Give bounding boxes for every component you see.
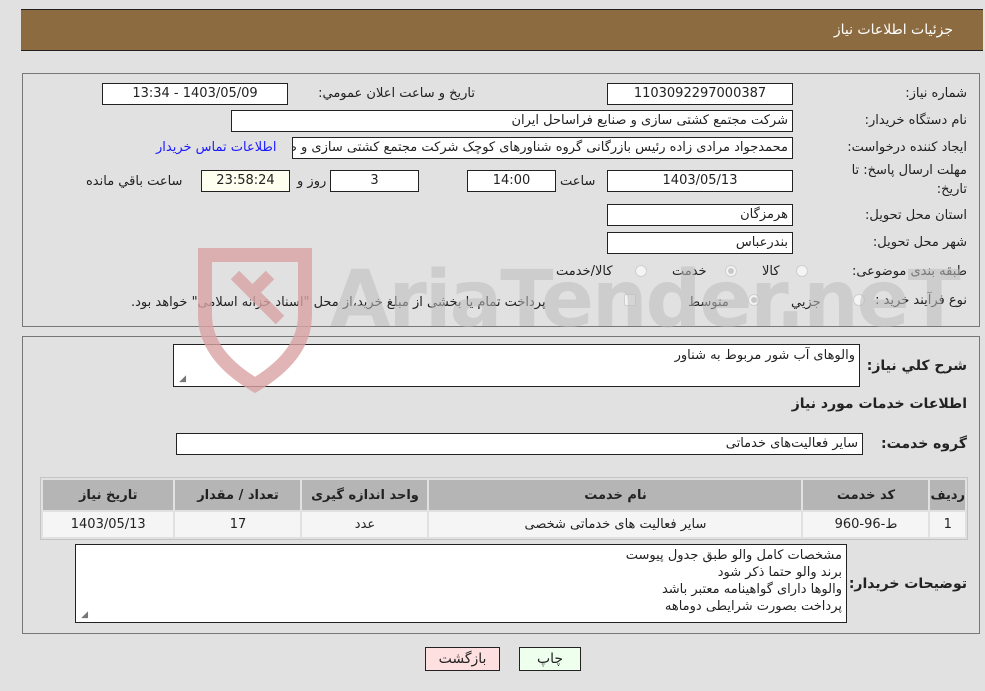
services-heading: اطلاعات خدمات مورد نیاز [791, 396, 967, 412]
buyer-note-line: برند والو حتما ذکر شود [717, 565, 842, 580]
cell-name: سایر فعالیت های خدماتی شخصی [429, 512, 802, 537]
cell-unit: عدد [302, 512, 428, 537]
table-header-row: ردیف کد خدمت نام خدمت واحد اندازه گیری ت… [43, 480, 965, 510]
deadline-date-field: 1403/05/13 [607, 170, 793, 192]
treasury-text: پرداخت تمام یا بخشی از مبلغ خرید،از محل … [131, 295, 546, 310]
category-service-label: خدمت [672, 264, 707, 279]
category-goods-service-label: کالا/خدمت [556, 264, 613, 279]
resize-grip-icon[interactable]: ◢ [78, 610, 88, 620]
buyer-notes-label: توضیحات خریدار: [848, 576, 967, 592]
category-goods-label: کالا [762, 264, 780, 279]
resize-grip-icon[interactable]: ◢ [176, 374, 186, 384]
remaining-label: ساعت باقي مانده [86, 174, 183, 189]
cell-date: 1403/05/13 [43, 512, 174, 537]
need-number-field: 1103092297000387 [607, 83, 793, 105]
category-goods-service-radio[interactable] [635, 265, 647, 277]
announce-label: تاریخ و ساعت اعلان عمومي: [318, 86, 475, 101]
summary-label: شرح كلي نياز: [866, 358, 967, 374]
cell-code: ط-96-960 [803, 512, 929, 537]
process-minor-radio[interactable] [853, 294, 865, 306]
service-group-field: سایر فعالیت‌های خدماتی [176, 433, 863, 455]
deadline-time-label: ساعت [560, 174, 596, 189]
days-label: روز و [297, 174, 327, 189]
col-name-header: نام خدمت [429, 480, 802, 510]
col-unit-header: واحد اندازه گیری [302, 480, 428, 510]
city-label: شهر محل تحویل: [872, 235, 967, 250]
deadline-time-field: 14:00 [467, 170, 556, 192]
need-number-label: شماره نیاز: [905, 86, 967, 101]
print-button[interactable]: چاپ [519, 647, 581, 671]
buyer-contact-link[interactable]: اطلاعات تماس خریدار [156, 140, 276, 155]
category-label: طبقه بندی موضوعی: [851, 264, 967, 279]
back-button[interactable]: بازگشت [425, 647, 500, 671]
cell-qty: 17 [175, 512, 301, 537]
creator-label: ایجاد کننده درخواست: [847, 140, 967, 155]
category-goods-radio[interactable] [796, 265, 808, 277]
deadline-label: مهلت ارسال پاسخ: تا [851, 163, 967, 178]
treasury-checkbox[interactable] [624, 294, 636, 306]
process-minor-label: جزيي [791, 295, 821, 310]
col-qty-header: تعداد / مقدار [175, 480, 301, 510]
remaining-days-field: 3 [330, 170, 419, 192]
buyer-org-label: نام دستگاه خریدار: [864, 113, 967, 128]
table-row: 1 ط-96-960 سایر فعالیت های خدماتی شخصی ع… [43, 512, 965, 537]
process-medium-label: متوسط [688, 295, 729, 310]
cell-row: 1 [930, 512, 965, 537]
buyer-note-line: مشخصات کامل والو طبق جدول پیوست [625, 548, 842, 563]
announce-datetime-field: 1403/05/09 - 13:34 [102, 83, 288, 105]
province-field: هرمزگان [607, 204, 793, 226]
service-group-label: گروه خدمت: [881, 436, 967, 452]
page-title: جزئیات اطلاعات نیاز [833, 22, 953, 38]
process-label: نوع فرآیند خرید : [875, 293, 967, 308]
page-header: جزئیات اطلاعات نیاز [21, 9, 983, 51]
summary-textarea[interactable]: والوهای آب شور مربوط به شناور ◢ [173, 344, 860, 387]
summary-text: والوهای آب شور مربوط به شناور [674, 348, 855, 363]
process-medium-radio[interactable] [748, 294, 760, 306]
buyer-note-line: والوها دارای گواهینامه معتبر باشد [661, 582, 842, 597]
creator-field: محمدجواد مرادی زاده رئیس بازرگانی گروه ش… [292, 137, 793, 159]
col-code-header: کد خدمت [803, 480, 929, 510]
buyer-org-field: شرکت مجتمع کشتی سازی و صنایع فراساحل ایر… [231, 110, 793, 132]
city-field: بندرعباس [607, 232, 793, 254]
buyer-note-line: پرداخت بصورت شرایطی دوماهه [664, 599, 842, 614]
province-label: استان محل تحویل: [865, 208, 967, 223]
services-table: ردیف کد خدمت نام خدمت واحد اندازه گیری ت… [40, 477, 968, 540]
col-date-header: تاریخ نیاز [43, 480, 174, 510]
col-row-header: ردیف [930, 480, 965, 510]
remaining-time-field: 23:58:24 [201, 170, 290, 192]
buyer-notes-textarea[interactable]: مشخصات کامل والو طبق جدول پیوست برند وال… [75, 544, 847, 623]
category-service-radio[interactable] [725, 265, 737, 277]
deadline-label-2: تاریخ: [936, 182, 967, 197]
